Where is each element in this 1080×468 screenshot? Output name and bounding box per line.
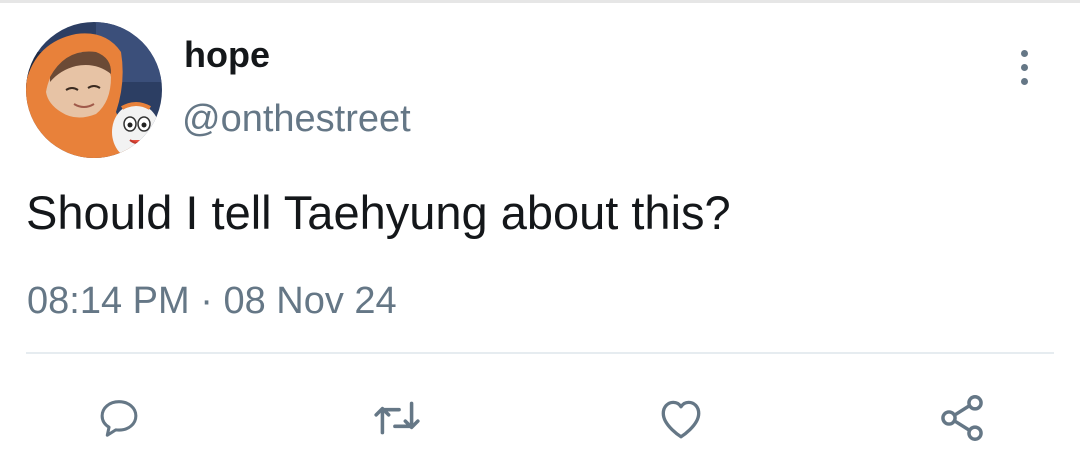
actions-divider xyxy=(26,352,1054,354)
retweet-icon xyxy=(374,401,420,435)
reply-button[interactable] xyxy=(93,392,145,444)
top-divider xyxy=(0,0,1080,3)
tweet-text: Should I tell Taehyung about this? xyxy=(26,186,731,239)
more-vertical-icon xyxy=(1020,77,1028,85)
reply-icon xyxy=(100,400,138,437)
user-handle[interactable]: @onthestreet xyxy=(182,96,411,142)
tweet-time: 08:14 PM xyxy=(27,280,190,322)
more-vertical-icon xyxy=(1020,63,1028,71)
share-icon xyxy=(941,395,983,441)
more-vertical-icon xyxy=(1020,49,1028,57)
tweet-date: 08 Nov 24 xyxy=(223,280,397,322)
retweet-button[interactable] xyxy=(371,392,423,444)
like-button[interactable] xyxy=(655,392,707,444)
heart-icon xyxy=(661,400,701,439)
avatar[interactable] xyxy=(26,22,162,158)
more-options-button[interactable] xyxy=(1004,44,1044,90)
share-button[interactable] xyxy=(936,392,988,444)
avatar-image xyxy=(26,22,162,158)
meta-separator: · xyxy=(200,280,213,322)
display-name[interactable]: hope xyxy=(184,33,270,77)
tweet-timestamp: 08:14 PM · 08 Nov 24 xyxy=(27,278,397,324)
